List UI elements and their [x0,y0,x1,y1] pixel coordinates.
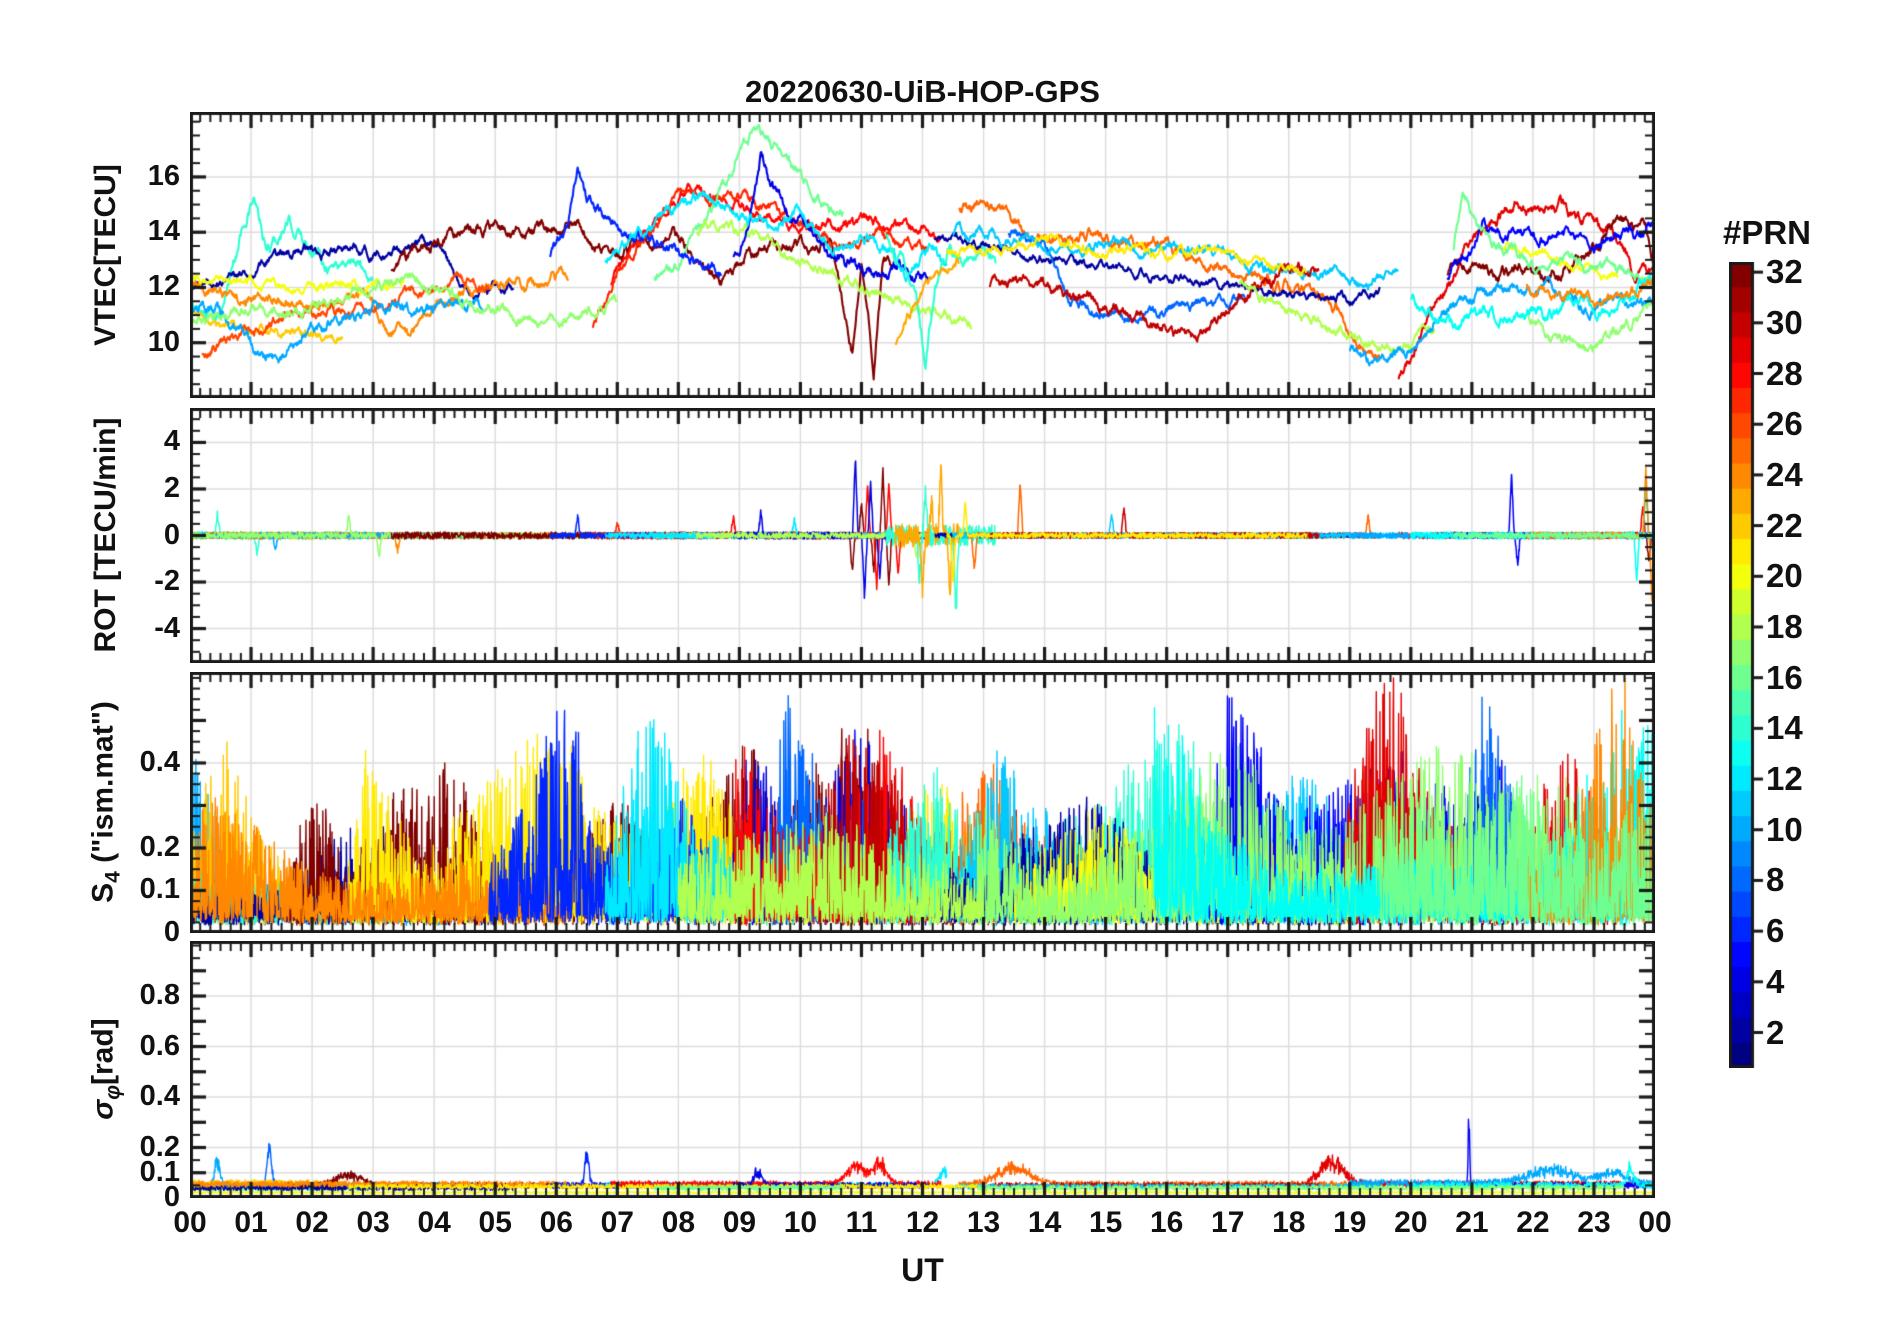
y-tick-label: 2 [163,471,180,504]
colorbar-tick-label: 20 [1766,557,1803,595]
colorbar-title: #PRN [1722,214,1812,251]
colorbar-tick-label: 24 [1766,455,1803,493]
prn-colorbar [1729,262,1765,1068]
sigma-phi-panel-canvas [190,941,1655,1198]
figure: 20220630-UiB-HOP-GPS VTEC[TECU] ROT [TEC… [0,0,1902,1330]
y-tick-label: 0.4 [139,1080,180,1113]
y-tick-label: -2 [154,565,180,598]
colorbar-tick-label: 16 [1766,658,1803,696]
colorbar-tick-label: 14 [1766,709,1803,747]
y-tick-label: 0 [163,518,180,551]
colorbar-tick-label: 12 [1766,760,1803,798]
y-tick-label: 0.6 [139,1029,180,1062]
y-tick-label: 10 [147,325,180,358]
s4-panel-canvas [190,672,1655,933]
colorbar-tick-label: 18 [1766,607,1803,645]
y-tick-label: 0 [163,916,180,948]
colorbar-tick-label: 30 [1766,303,1803,341]
y-tick-label: 0.4 [139,745,180,778]
y-tick-label: 4 [163,425,180,458]
figure-title: 20220630-UiB-HOP-GPS [745,74,1100,109]
colorbar-tick-label: 26 [1766,405,1803,443]
vtec-panel-canvas [190,112,1655,398]
colorbar-tick-label: 22 [1766,506,1803,544]
colorbar-tick-label: 32 [1766,253,1803,291]
colorbar-tick-label: 2 [1766,1013,1785,1051]
colorbar-tick-label: 28 [1766,354,1803,392]
y-tick-label: 0.2 [139,830,180,863]
colorbar-tick-label: 4 [1766,962,1785,1000]
colorbar-tick-label: 6 [1766,912,1785,950]
y-tick-label: 0.1 [139,873,180,906]
y-tick-label: 12 [147,270,180,303]
y-tick-label: 0.8 [139,979,180,1012]
x-axis-label: UT [901,1252,944,1288]
x-tick-label: 00 [1638,1206,1672,1239]
colorbar-tick-label: 10 [1766,810,1803,848]
rot-panel-canvas [190,408,1655,663]
y-tick-label: 16 [147,159,180,192]
colorbar-tick-label: 8 [1766,861,1785,899]
y-tick-label: -4 [154,611,180,644]
y-tick-label: 14 [147,215,180,248]
